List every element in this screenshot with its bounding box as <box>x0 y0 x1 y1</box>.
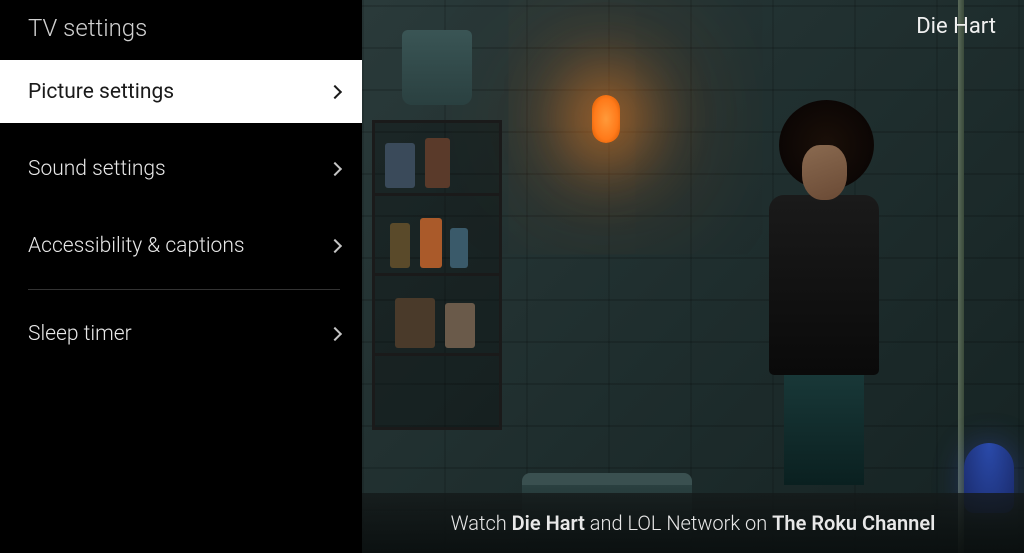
menu-item-accessibility[interactable]: Accessibility & captions <box>0 214 362 277</box>
menu-item-label: Sleep timer <box>28 322 132 346</box>
menu-divider <box>28 289 340 290</box>
menu-item-label: Sound settings <box>28 157 166 181</box>
settings-sidebar: TV settings Picture settings Sound setti… <box>0 0 362 553</box>
menu-item-sound-settings[interactable]: Sound settings <box>0 137 362 200</box>
menu-item-picture-settings[interactable]: Picture settings <box>0 60 362 123</box>
chevron-right-icon <box>328 238 342 252</box>
promo-text: Watch Die Hart and LOL Network on The Ro… <box>362 511 1024 535</box>
menu-item-label: Accessibility & captions <box>28 234 245 258</box>
chevron-right-icon <box>328 161 342 175</box>
content-title: Die Hart <box>916 14 996 39</box>
chevron-right-icon <box>328 84 342 98</box>
chevron-right-icon <box>328 326 342 340</box>
video-preview <box>362 0 1024 553</box>
menu-item-sleep-timer[interactable]: Sleep timer <box>0 302 362 365</box>
sidebar-title: TV settings <box>0 14 362 60</box>
menu-item-label: Picture settings <box>28 80 174 104</box>
